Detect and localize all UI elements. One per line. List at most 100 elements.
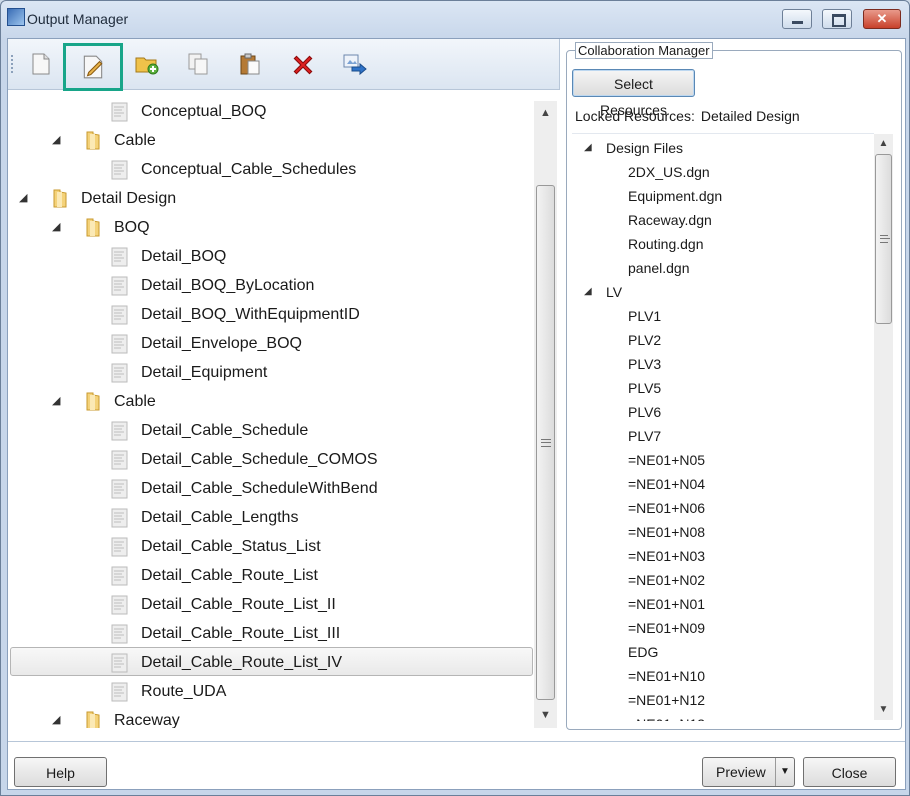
resource-item[interactable]: PLV2 <box>628 328 661 352</box>
grip-icon <box>540 438 551 447</box>
report-doc-icon <box>111 450 128 470</box>
resource-item[interactable]: Raceway.dgn <box>628 208 712 232</box>
scrollbar-thumb[interactable] <box>536 185 555 700</box>
scroll-up-arrow-icon[interactable]: ▲ <box>534 107 557 119</box>
help-button[interactable]: Help <box>14 757 107 787</box>
delete-button[interactable] <box>285 47 319 81</box>
resource-item[interactable]: =NE01+N06 <box>628 496 705 520</box>
tree-item-label: Detail_Cable_ScheduleWithBend <box>141 480 378 497</box>
copy-button[interactable] <box>181 47 215 81</box>
resource-label: LV <box>606 284 623 300</box>
expanded-triangle-icon[interactable]: ◢ <box>584 136 592 160</box>
report-doc-icon <box>111 305 128 325</box>
scroll-up-arrow-icon[interactable]: ▲ <box>874 138 893 149</box>
close-button[interactable]: Close <box>803 757 896 787</box>
output-manager-window: Output Manager ✕ Conceptual_BOQ ◢ Cable … <box>0 0 910 796</box>
tree-item-label: Detail_Cable_Status_List <box>141 538 321 555</box>
scroll-down-arrow-icon[interactable]: ▼ <box>534 709 557 721</box>
export-button[interactable] <box>337 47 371 81</box>
paste-icon <box>240 53 260 75</box>
client-area: Conceptual_BOQ ◢ Cable Conceptual_Cable_… <box>7 38 906 790</box>
export-arrow-icon <box>343 54 367 76</box>
toolbar-grip[interactable] <box>11 55 16 73</box>
app-icon <box>7 8 25 26</box>
edit-button[interactable] <box>63 43 123 91</box>
footer-divider <box>8 741 905 742</box>
expanded-triangle-icon[interactable]: ◢ <box>52 706 60 728</box>
expanded-triangle-icon[interactable]: ◢ <box>584 280 592 304</box>
resource-item[interactable]: =NE01+N05 <box>628 448 705 472</box>
resource-item[interactable]: Routing.dgn <box>628 232 704 256</box>
resources-tree[interactable]: ◢ Design Files 2DX_US.dgn Equipment.dgn R… <box>572 133 874 721</box>
report-doc-icon <box>111 566 128 586</box>
paste-button[interactable] <box>233 47 267 81</box>
resource-item[interactable]: PLV6 <box>628 400 661 424</box>
minimize-button[interactable] <box>782 9 812 29</box>
report-doc-icon <box>111 363 128 383</box>
title-bar[interactable]: Output Manager ✕ <box>1 1 909 37</box>
resource-item[interactable]: Equipment.dgn <box>628 184 722 208</box>
new-document-button[interactable] <box>24 47 58 81</box>
resource-label: Design Files <box>606 140 684 156</box>
blank-page-icon <box>32 53 50 75</box>
report-doc-icon <box>111 276 128 296</box>
dropdown-arrow-icon[interactable]: ▼ <box>775 758 794 786</box>
resource-item[interactable]: =NE01+N12 <box>628 688 705 712</box>
tree-item-label: Raceway <box>114 712 180 728</box>
maximize-icon <box>832 14 846 27</box>
resource-item[interactable]: =NE01+N13 <box>628 712 705 721</box>
tree-item-label: Detail_Cable_Route_List_IV <box>141 654 343 671</box>
resource-item[interactable]: PLV7 <box>628 424 661 448</box>
resources-scrollbar[interactable]: ▲ ▼ <box>874 134 893 720</box>
resource-item[interactable]: =NE01+N10 <box>628 664 705 688</box>
folder-add-icon <box>135 57 159 75</box>
toolbar <box>8 39 560 91</box>
folder-icon <box>53 189 67 208</box>
report-doc-icon <box>111 595 128 615</box>
expanded-triangle-icon[interactable]: ◢ <box>52 387 60 416</box>
folder-icon <box>86 392 100 411</box>
resource-item[interactable]: PLV3 <box>628 352 661 376</box>
collaboration-manager-title: Collaboration Manager <box>575 42 713 59</box>
resource-item[interactable]: PLV1 <box>628 304 661 328</box>
resource-item[interactable]: =NE01+N03 <box>628 544 705 568</box>
locked-resources-value: Detailed Design <box>700 108 800 124</box>
scroll-down-arrow-icon[interactable]: ▼ <box>874 704 893 715</box>
red-x-icon <box>293 55 313 75</box>
resource-item[interactable]: =NE01+N02 <box>628 568 705 592</box>
edit-pencil-icon <box>83 55 103 79</box>
preview-button[interactable]: Preview ▼ <box>702 757 795 787</box>
preview-label: Preview <box>716 764 766 780</box>
close-window-button[interactable]: ✕ <box>863 9 901 29</box>
resource-item[interactable]: 2DX_US.dgn <box>628 160 710 184</box>
report-doc-icon <box>111 537 128 557</box>
tree-item-label: BOQ <box>114 219 150 236</box>
tree-item-label: Conceptual_BOQ <box>141 103 267 120</box>
scrollbar-thumb[interactable] <box>875 154 892 324</box>
report-doc-icon <box>111 160 128 180</box>
resource-item[interactable]: PLV5 <box>628 376 661 400</box>
resource-item[interactable]: EDG <box>628 640 658 664</box>
resource-item[interactable]: =NE01+N09 <box>628 616 705 640</box>
tree-scrollbar[interactable]: ▲ ▼ <box>534 101 557 728</box>
tree-item-label: Conceptual_Cable_Schedules <box>141 161 357 178</box>
tree-item-label: Cable <box>114 132 156 149</box>
tree-item-label: Detail_Envelope_BOQ <box>141 335 302 352</box>
report-doc-icon <box>111 334 128 354</box>
expanded-triangle-icon[interactable]: ◢ <box>52 126 60 155</box>
locked-resources: Locked Resources: Detailed Design <box>575 108 806 124</box>
expanded-triangle-icon[interactable]: ◢ <box>19 184 27 213</box>
select-resources-button[interactable]: Select Resources <box>572 69 695 118</box>
resource-item[interactable]: panel.dgn <box>628 256 690 280</box>
resource-item[interactable]: =NE01+N08 <box>628 520 705 544</box>
maximize-button[interactable] <box>822 9 852 29</box>
resource-item[interactable]: =NE01+N01 <box>628 592 705 616</box>
tree-item-label: Detail_Equipment <box>141 364 268 381</box>
report-doc-icon <box>111 624 128 644</box>
folder-icon <box>86 711 100 728</box>
report-doc-icon <box>111 653 128 673</box>
output-tree[interactable]: Conceptual_BOQ ◢ Cable Conceptual_Cable_… <box>8 101 533 728</box>
resource-item[interactable]: =NE01+N04 <box>628 472 705 496</box>
expanded-triangle-icon[interactable]: ◢ <box>52 213 60 242</box>
new-folder-button[interactable] <box>129 47 163 81</box>
